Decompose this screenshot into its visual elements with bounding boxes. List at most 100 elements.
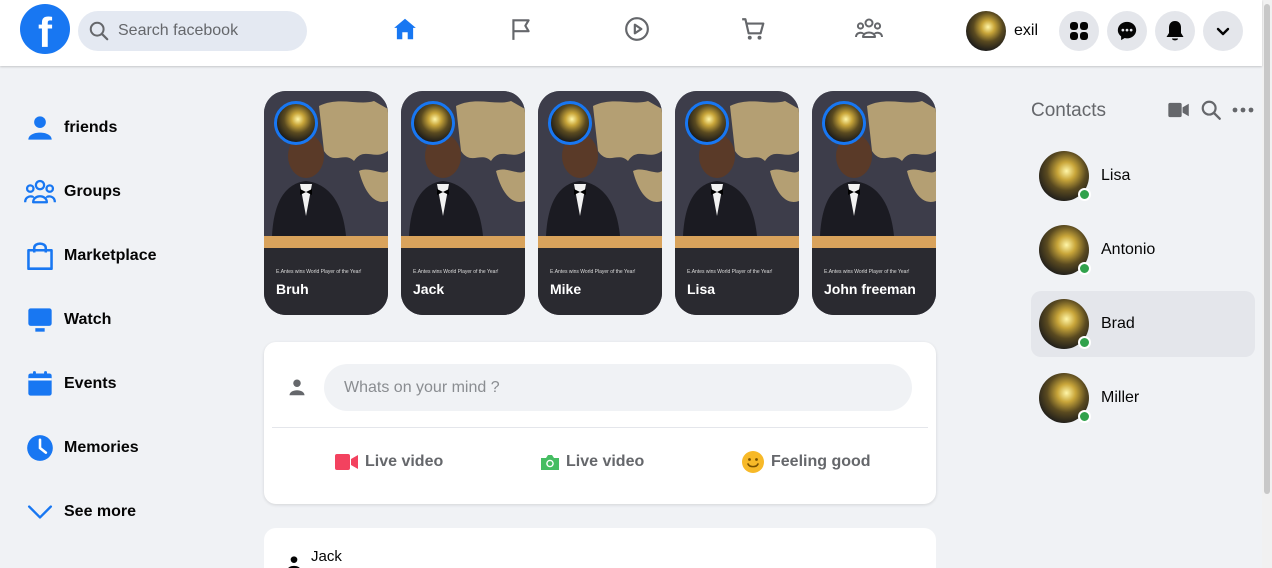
sidebar-item-label: friends (64, 119, 118, 136)
story-avatar (548, 101, 592, 145)
divider (272, 427, 928, 428)
search-icon (89, 21, 109, 41)
facebook-logo[interactable]: f (20, 4, 70, 54)
search-bar[interactable] (78, 11, 307, 51)
groups-icon (855, 18, 883, 38)
watch-icon (625, 17, 649, 41)
action-label: Live video (566, 453, 645, 470)
sidebar-item-label: Events (64, 375, 117, 392)
sidebar-item-label: Memories (64, 439, 139, 456)
contacts-options-button[interactable] (1232, 99, 1254, 121)
menu-icon (1070, 22, 1088, 40)
feeling-button[interactable]: Feeling good (741, 450, 871, 474)
online-indicator (1078, 262, 1091, 275)
sidebar-item-see-more[interactable]: See more (24, 480, 157, 544)
story-card[interactable]: E.Antes wins World Player of the Year! J… (401, 91, 525, 315)
nav-watch[interactable] (622, 14, 652, 44)
home-icon (394, 18, 416, 40)
post-composer: Live video Live video Feeling good (264, 342, 936, 504)
status-input[interactable] (324, 364, 912, 411)
groups-icon (24, 176, 56, 208)
contact-name: Brad (1101, 315, 1135, 332)
profile-chip[interactable]: exil (966, 11, 1038, 51)
video-call-button[interactable] (1168, 99, 1190, 121)
video-camera-icon (1168, 102, 1189, 118)
contact-item[interactable]: Lisa (1031, 143, 1255, 209)
avatar (966, 11, 1006, 51)
profile-name: exil (1014, 22, 1039, 39)
menu-button[interactable] (1059, 11, 1099, 51)
story-name: Bruh (276, 281, 309, 297)
post-author[interactable]: Jack (311, 548, 342, 565)
avatar (1039, 373, 1091, 423)
clock-icon (24, 432, 56, 464)
story-caption: E.Antes wins World Player of the Year! (550, 269, 636, 275)
story-card[interactable]: E.Antes wins World Player of the Year! J… (812, 91, 936, 315)
flag-icon (512, 19, 530, 40)
sidebar-item-events[interactable]: Events (24, 352, 157, 416)
story-caption: E.Antes wins World Player of the Year! (824, 269, 910, 275)
nav-pages[interactable] (506, 14, 536, 44)
chevron-down-icon (1216, 27, 1230, 36)
contact-item[interactable]: Brad (1031, 291, 1255, 357)
nav-home[interactable] (390, 14, 420, 44)
action-label: Live video (365, 453, 444, 470)
contact-item[interactable]: Miller (1031, 365, 1255, 431)
online-indicator (1078, 188, 1091, 201)
story-avatar (274, 101, 318, 145)
online-indicator (1078, 336, 1091, 349)
avatar (1039, 151, 1091, 201)
messenger-icon (1117, 21, 1137, 41)
page-scrollbar[interactable] (1262, 0, 1272, 568)
sidebar-item-memories[interactable]: Memories (24, 416, 157, 480)
sidebar-item-label: Watch (64, 311, 112, 328)
search-input[interactable] (118, 22, 288, 40)
notifications-button[interactable] (1155, 11, 1195, 51)
story-caption: E.Antes wins World Player of the Year! (276, 269, 362, 275)
left-sidebar: friends Groups Marketplace Watch Events … (24, 96, 157, 544)
messenger-button[interactable] (1107, 11, 1147, 51)
nav-marketplace[interactable] (738, 14, 768, 44)
sidebar-item-watch[interactable]: Watch (24, 288, 157, 352)
video-camera-icon (335, 454, 358, 470)
story-card[interactable]: E.Antes wins World Player of the Year! L… (675, 91, 799, 315)
chevron-down-icon (24, 496, 56, 528)
sidebar-item-friends[interactable]: friends (24, 96, 157, 160)
contact-name: Lisa (1101, 167, 1131, 184)
story-avatar (411, 101, 455, 145)
events-icon (24, 368, 56, 400)
story-avatar (822, 101, 866, 145)
story-name: Mike (550, 281, 582, 297)
feed-post: Jack (264, 528, 936, 568)
story-caption: E.Antes wins World Player of the Year! (687, 269, 773, 275)
top-header: f exil (0, 0, 1262, 66)
contacts-search-button[interactable] (1200, 99, 1222, 121)
contact-name: Miller (1101, 389, 1140, 406)
friends-icon (24, 112, 56, 144)
action-label: Feeling good (771, 453, 871, 470)
marketplace-icon (742, 18, 765, 40)
watch-icon (24, 304, 56, 336)
marketplace-icon (24, 240, 56, 272)
sidebar-item-marketplace[interactable]: Marketplace (24, 224, 157, 288)
sidebar-item-label: Groups (64, 183, 121, 200)
online-indicator (1078, 410, 1091, 423)
nav-groups[interactable] (854, 14, 884, 44)
search-icon (1201, 100, 1221, 120)
photo-video-button[interactable]: Live video (540, 450, 644, 474)
live-video-button[interactable]: Live video (335, 450, 443, 474)
story-name: Lisa (687, 281, 716, 297)
sidebar-item-groups[interactable]: Groups (24, 160, 157, 224)
bell-icon (1166, 21, 1184, 41)
sidebar-item-label: See more (64, 503, 137, 520)
stories-row: E.Antes wins World Player of the Year! B… (264, 91, 936, 315)
contact-item[interactable]: Antonio (1031, 217, 1255, 283)
account-button[interactable] (1203, 11, 1243, 51)
story-card[interactable]: E.Antes wins World Player of the Year! B… (264, 91, 388, 315)
scroll-thumb[interactable] (1264, 4, 1270, 494)
story-name: John freeman (824, 281, 916, 297)
story-card[interactable]: E.Antes wins World Player of the Year! M… (538, 91, 662, 315)
smiley-icon (742, 451, 764, 473)
contacts-title: Contacts (1031, 100, 1106, 121)
contact-name: Antonio (1101, 241, 1156, 258)
